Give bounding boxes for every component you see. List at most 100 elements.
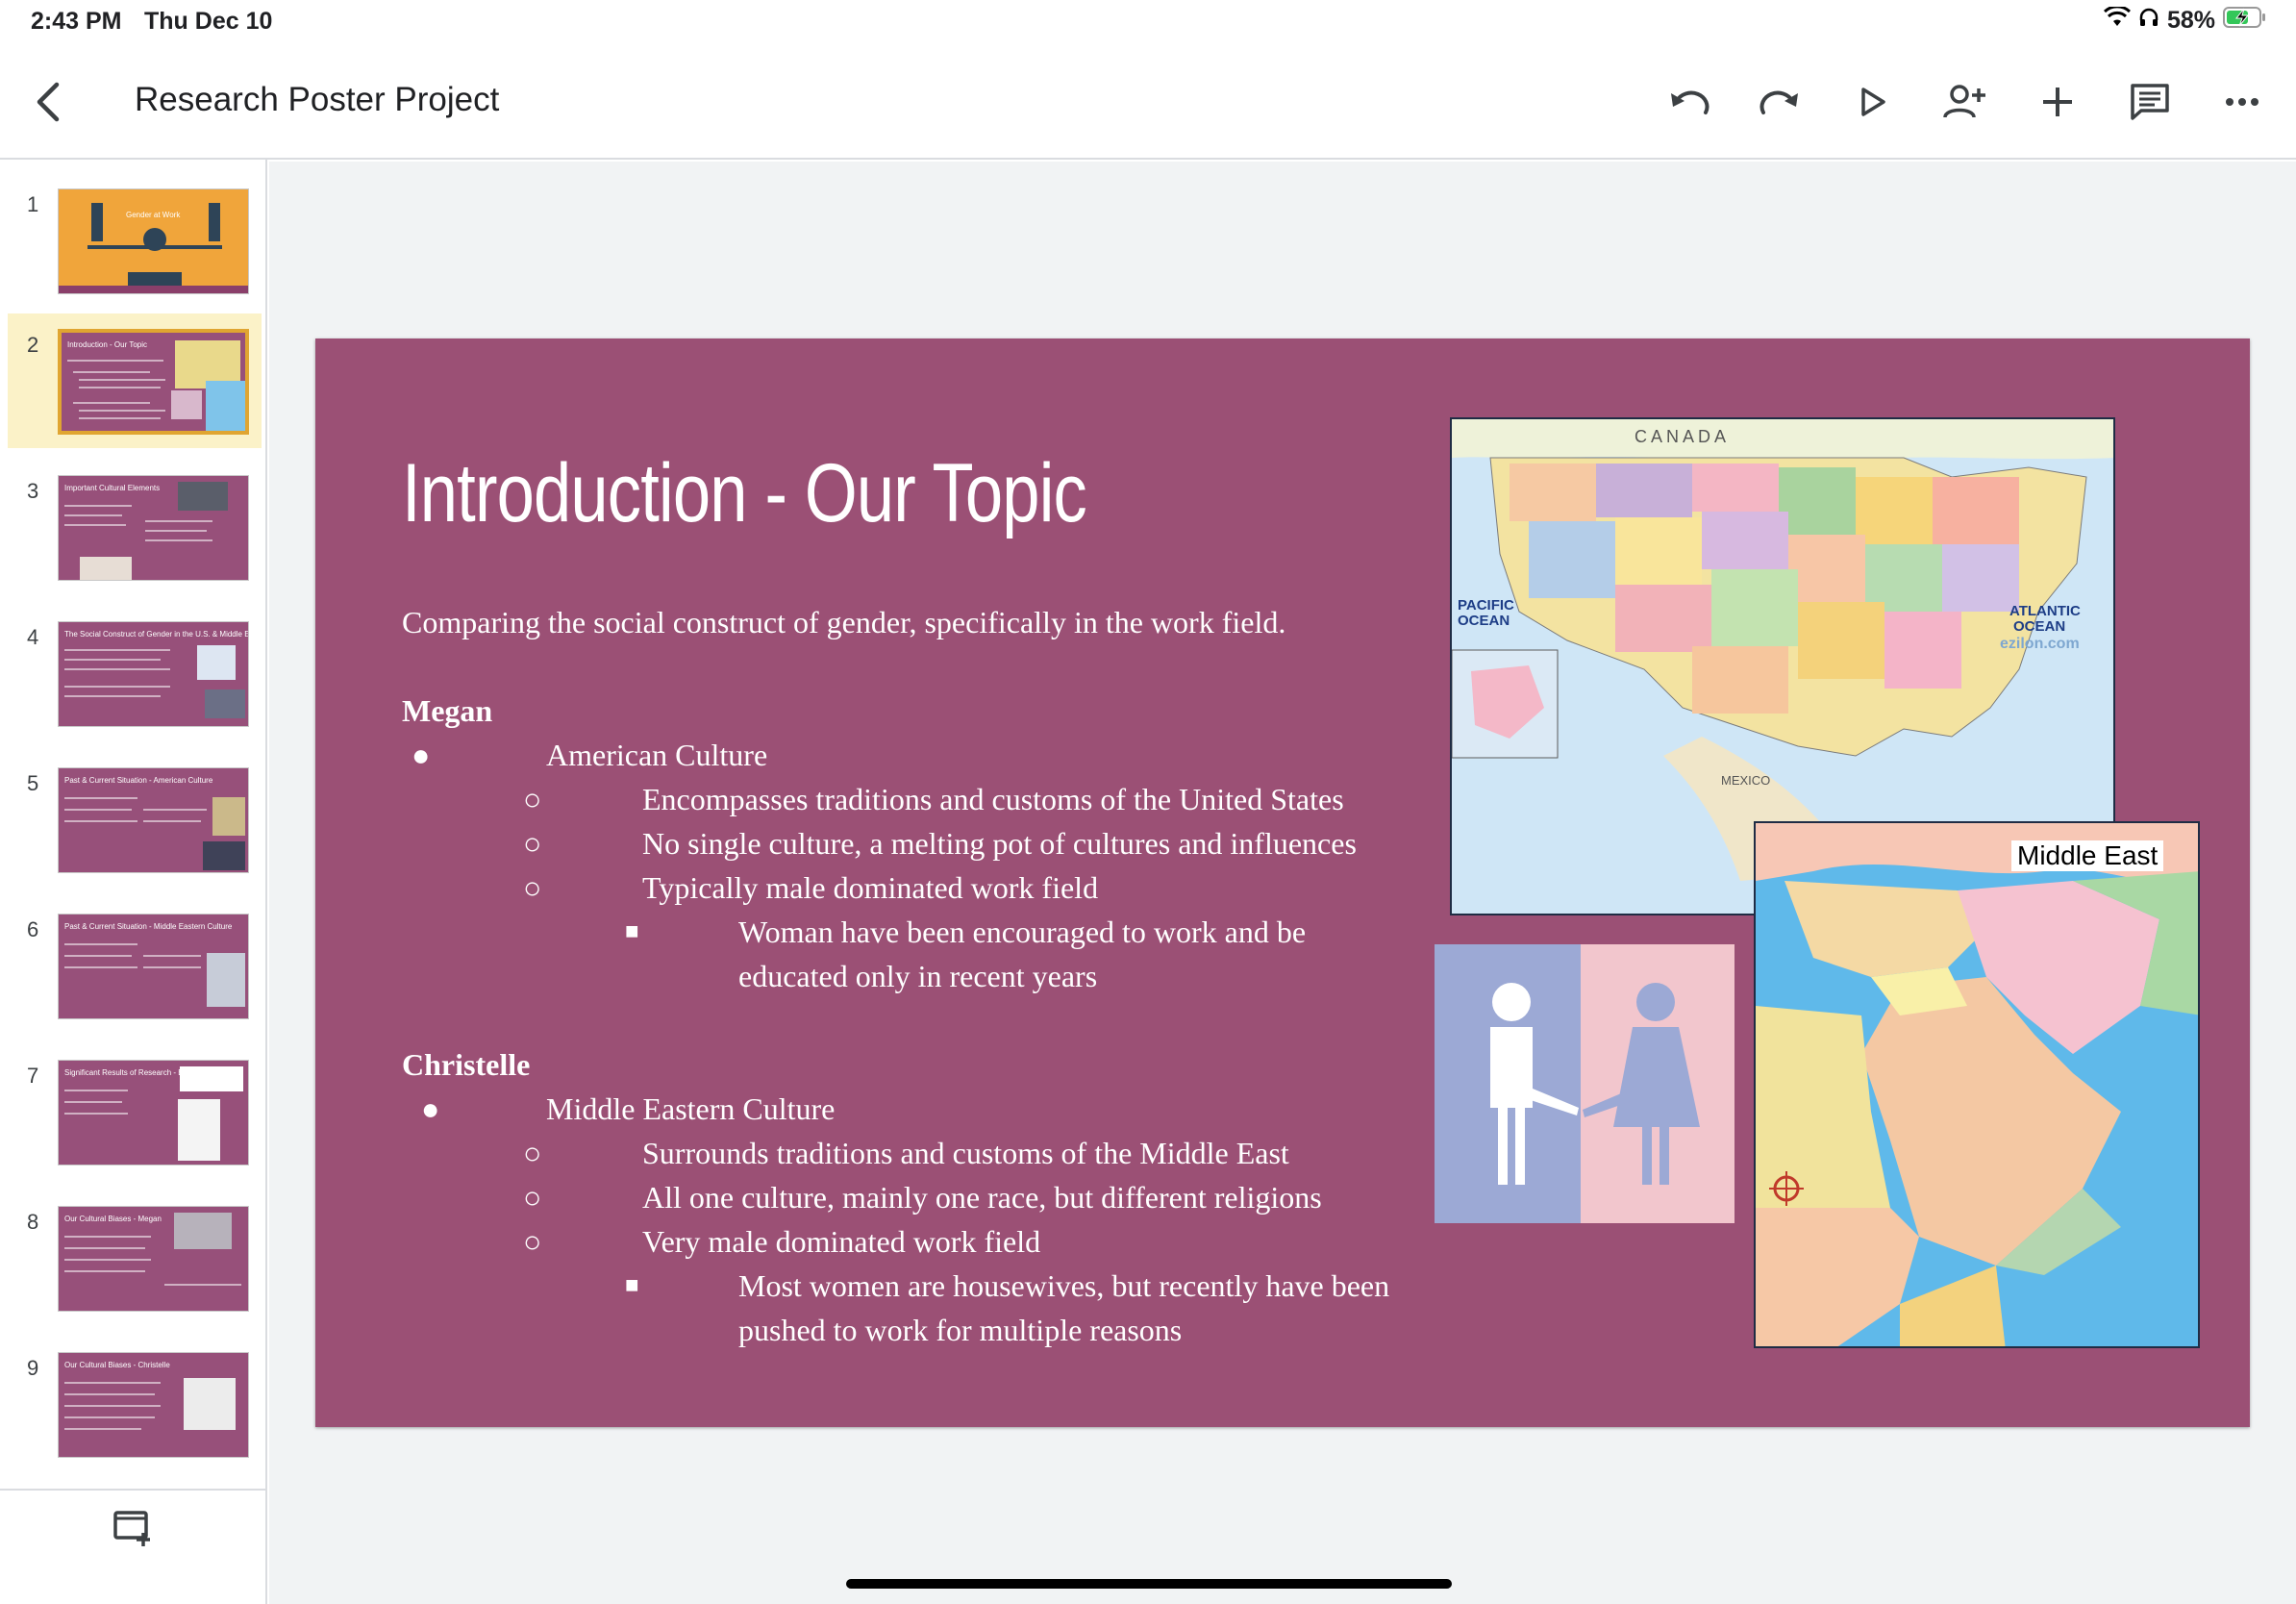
- slide-thumbnail-6[interactable]: 6 Past & Current Situation - Middle East…: [8, 898, 262, 1033]
- subsub-bullet-glyph: ■: [625, 1273, 639, 1298]
- slide-preview-title: Past & Current Situation - Middle Easter…: [64, 922, 233, 931]
- slide-filmstrip: 1 Gender at Work 2 Introduction - Our To…: [0, 160, 267, 1604]
- play-icon: [1861, 88, 1885, 116]
- slide-thumbnail-8[interactable]: 8 Our Cultural Biases - Megan: [8, 1190, 262, 1325]
- status-indicators: 58%: [2103, 5, 2267, 36]
- megan-subsub-line-2[interactable]: educated only in recent years: [738, 954, 1097, 998]
- svg-text:ATLANTIC: ATLANTIC: [2009, 603, 2081, 619]
- slide-preview: Gender at Work: [58, 188, 249, 294]
- slide-preview: Past & Current Situation - Middle Easter…: [58, 914, 249, 1019]
- slide-preview: The Social Construct of Gender in the U.…: [58, 621, 249, 727]
- map-mexico-label: MEXICO: [1721, 773, 1770, 788]
- battery-percent: 58%: [2166, 7, 2215, 34]
- wifi-icon: [2103, 5, 2131, 35]
- more-options-button[interactable]: [2215, 75, 2269, 129]
- christelle-sub-1[interactable]: Surrounds traditions and customs of the …: [642, 1131, 1289, 1175]
- handshake-graphic: [1435, 944, 1734, 1223]
- megan-sub-1[interactable]: Encompasses traditions and customs of th…: [642, 777, 1344, 821]
- slide-preview: Our Cultural Biases - Megan: [58, 1206, 249, 1312]
- comments-button[interactable]: [2123, 75, 2177, 129]
- sub-bullet-glyph: ○: [523, 826, 542, 861]
- megan-heading[interactable]: Megan: [402, 689, 492, 733]
- sub-bullet-glyph: ○: [523, 870, 542, 905]
- slide-preview-title: The Social Construct of Gender in the U.…: [64, 630, 249, 639]
- present-button[interactable]: [1846, 75, 1900, 129]
- slide-preview: Significant Results of Research - Both: [58, 1060, 249, 1165]
- back-button[interactable]: [21, 75, 75, 129]
- chevron-left-icon: [37, 82, 60, 122]
- new-slide-button[interactable]: [108, 1504, 158, 1554]
- slide-number: 3: [27, 479, 39, 503]
- slide-title[interactable]: Introduction - Our Topic: [402, 446, 1087, 541]
- plus-icon: [2043, 88, 2072, 116]
- share-button[interactable]: [1938, 75, 1992, 129]
- slide-number: 6: [27, 917, 39, 941]
- filmstrip-divider: [0, 1489, 265, 1491]
- slide-number: 2: [27, 333, 39, 357]
- middle-east-map-image[interactable]: Middle East: [1754, 821, 2200, 1348]
- more-horizontal-icon: [2226, 98, 2259, 106]
- redo-icon: [1759, 90, 1798, 114]
- megan-subsub-line-1[interactable]: Woman have been encouraged to work and b…: [738, 910, 1306, 954]
- slide-thumbnail-1[interactable]: 1 Gender at Work: [8, 173, 262, 308]
- megan-bullet[interactable]: American Culture: [546, 733, 767, 777]
- slide-preview-title: Our Cultural Biases - Christelle: [64, 1361, 170, 1369]
- christelle-sub-2[interactable]: All one culture, mainly one race, but di…: [642, 1175, 1322, 1219]
- slide-canvas: Introduction - Our Topic Comparing the s…: [269, 162, 2296, 1604]
- middle-east-map-graphic: [1756, 823, 2198, 1346]
- slide-thumbnail-7[interactable]: 7 Significant Results of Research - Both: [8, 1044, 262, 1179]
- megan-sub-3[interactable]: Typically male dominated work field: [642, 865, 1098, 910]
- slide-preview-title: Significant Results of Research - Both: [64, 1068, 194, 1077]
- slide-preview-title: Introduction - Our Topic: [67, 340, 148, 349]
- slide-thumbnail-2[interactable]: 2 Introduction - Our Topic: [8, 313, 262, 448]
- current-slide[interactable]: Introduction - Our Topic Comparing the s…: [315, 338, 2250, 1427]
- christelle-subsub-line-2[interactable]: pushed to work for multiple reasons: [738, 1308, 1182, 1352]
- top-toolbar: Research Poster Project: [0, 46, 2296, 160]
- slide-preview: Past & Current Situation - American Cult…: [58, 767, 249, 873]
- insert-button[interactable]: [2031, 75, 2084, 129]
- slide-thumbnail-4[interactable]: 4 The Social Construct of Gender in the …: [8, 606, 262, 740]
- slide-preview: Important Cultural Elements: [58, 475, 249, 581]
- slide-number: 8: [27, 1210, 39, 1234]
- slide-number: 1: [27, 192, 39, 216]
- document-title[interactable]: Research Poster Project: [135, 81, 499, 119]
- status-date: Thu Dec 10: [144, 8, 273, 35]
- undo-icon: [1671, 90, 1710, 114]
- christelle-heading[interactable]: Christelle: [402, 1042, 530, 1087]
- christelle-subsub-line-1[interactable]: Most women are housewives, but recently …: [738, 1264, 1389, 1308]
- slide-number: 9: [27, 1356, 39, 1380]
- slide-thumbnail-5[interactable]: 5 Past & Current Situation - American Cu…: [8, 752, 262, 887]
- redo-button[interactable]: [1754, 75, 1808, 129]
- battery-charging-icon: [2223, 6, 2267, 36]
- slide-thumbnail-9[interactable]: 9 Our Cultural Biases - Christelle: [8, 1337, 262, 1471]
- map-watermark: ezilon.com: [2000, 636, 2080, 652]
- home-indicator[interactable]: [846, 1579, 1452, 1589]
- slide-preview-title: Our Cultural Biases - Megan: [64, 1215, 162, 1223]
- slide-preview-title: Important Cultural Elements: [64, 484, 161, 492]
- christelle-bullet[interactable]: Middle Eastern Culture: [546, 1087, 835, 1131]
- slide-number: 7: [27, 1064, 39, 1088]
- sub-bullet-glyph: ○: [523, 1224, 542, 1259]
- slide-thumbnail-3[interactable]: 3 Important Cultural Elements: [8, 460, 262, 594]
- megan-sub-2[interactable]: No single culture, a melting pot of cult…: [642, 821, 1357, 865]
- slide-number: 4: [27, 625, 39, 649]
- bullet-glyph: ●: [412, 738, 431, 772]
- svg-text:OCEAN: OCEAN: [2013, 618, 2065, 635]
- gender-handshake-image[interactable]: [1435, 944, 1734, 1223]
- status-bar: 2:43 PM Thu Dec 10 58%: [0, 0, 2296, 46]
- slide-preview-title: Past & Current Situation - American Cult…: [64, 776, 213, 785]
- headphones-icon: [2138, 7, 2159, 35]
- status-time: 2:43 PM: [31, 8, 122, 35]
- add-slide-icon: [113, 1511, 150, 1546]
- sub-bullet-glyph: ○: [523, 1180, 542, 1215]
- slide-preview: Introduction - Our Topic: [58, 329, 249, 435]
- comment-icon: [2131, 84, 2169, 120]
- undo-button[interactable]: [1661, 75, 1715, 129]
- app-window: 2:43 PM Thu Dec 10 58% Research Poster P…: [0, 0, 2296, 1604]
- svg-text:PACIFIC: PACIFIC: [1458, 597, 1514, 614]
- intro-text[interactable]: Comparing the social construct of gender…: [402, 600, 1285, 644]
- slide-preview-title: Gender at Work: [126, 211, 181, 219]
- christelle-sub-3[interactable]: Very male dominated work field: [642, 1219, 1040, 1264]
- add-person-icon: [1943, 85, 1985, 118]
- subsub-bullet-glyph: ■: [625, 919, 639, 944]
